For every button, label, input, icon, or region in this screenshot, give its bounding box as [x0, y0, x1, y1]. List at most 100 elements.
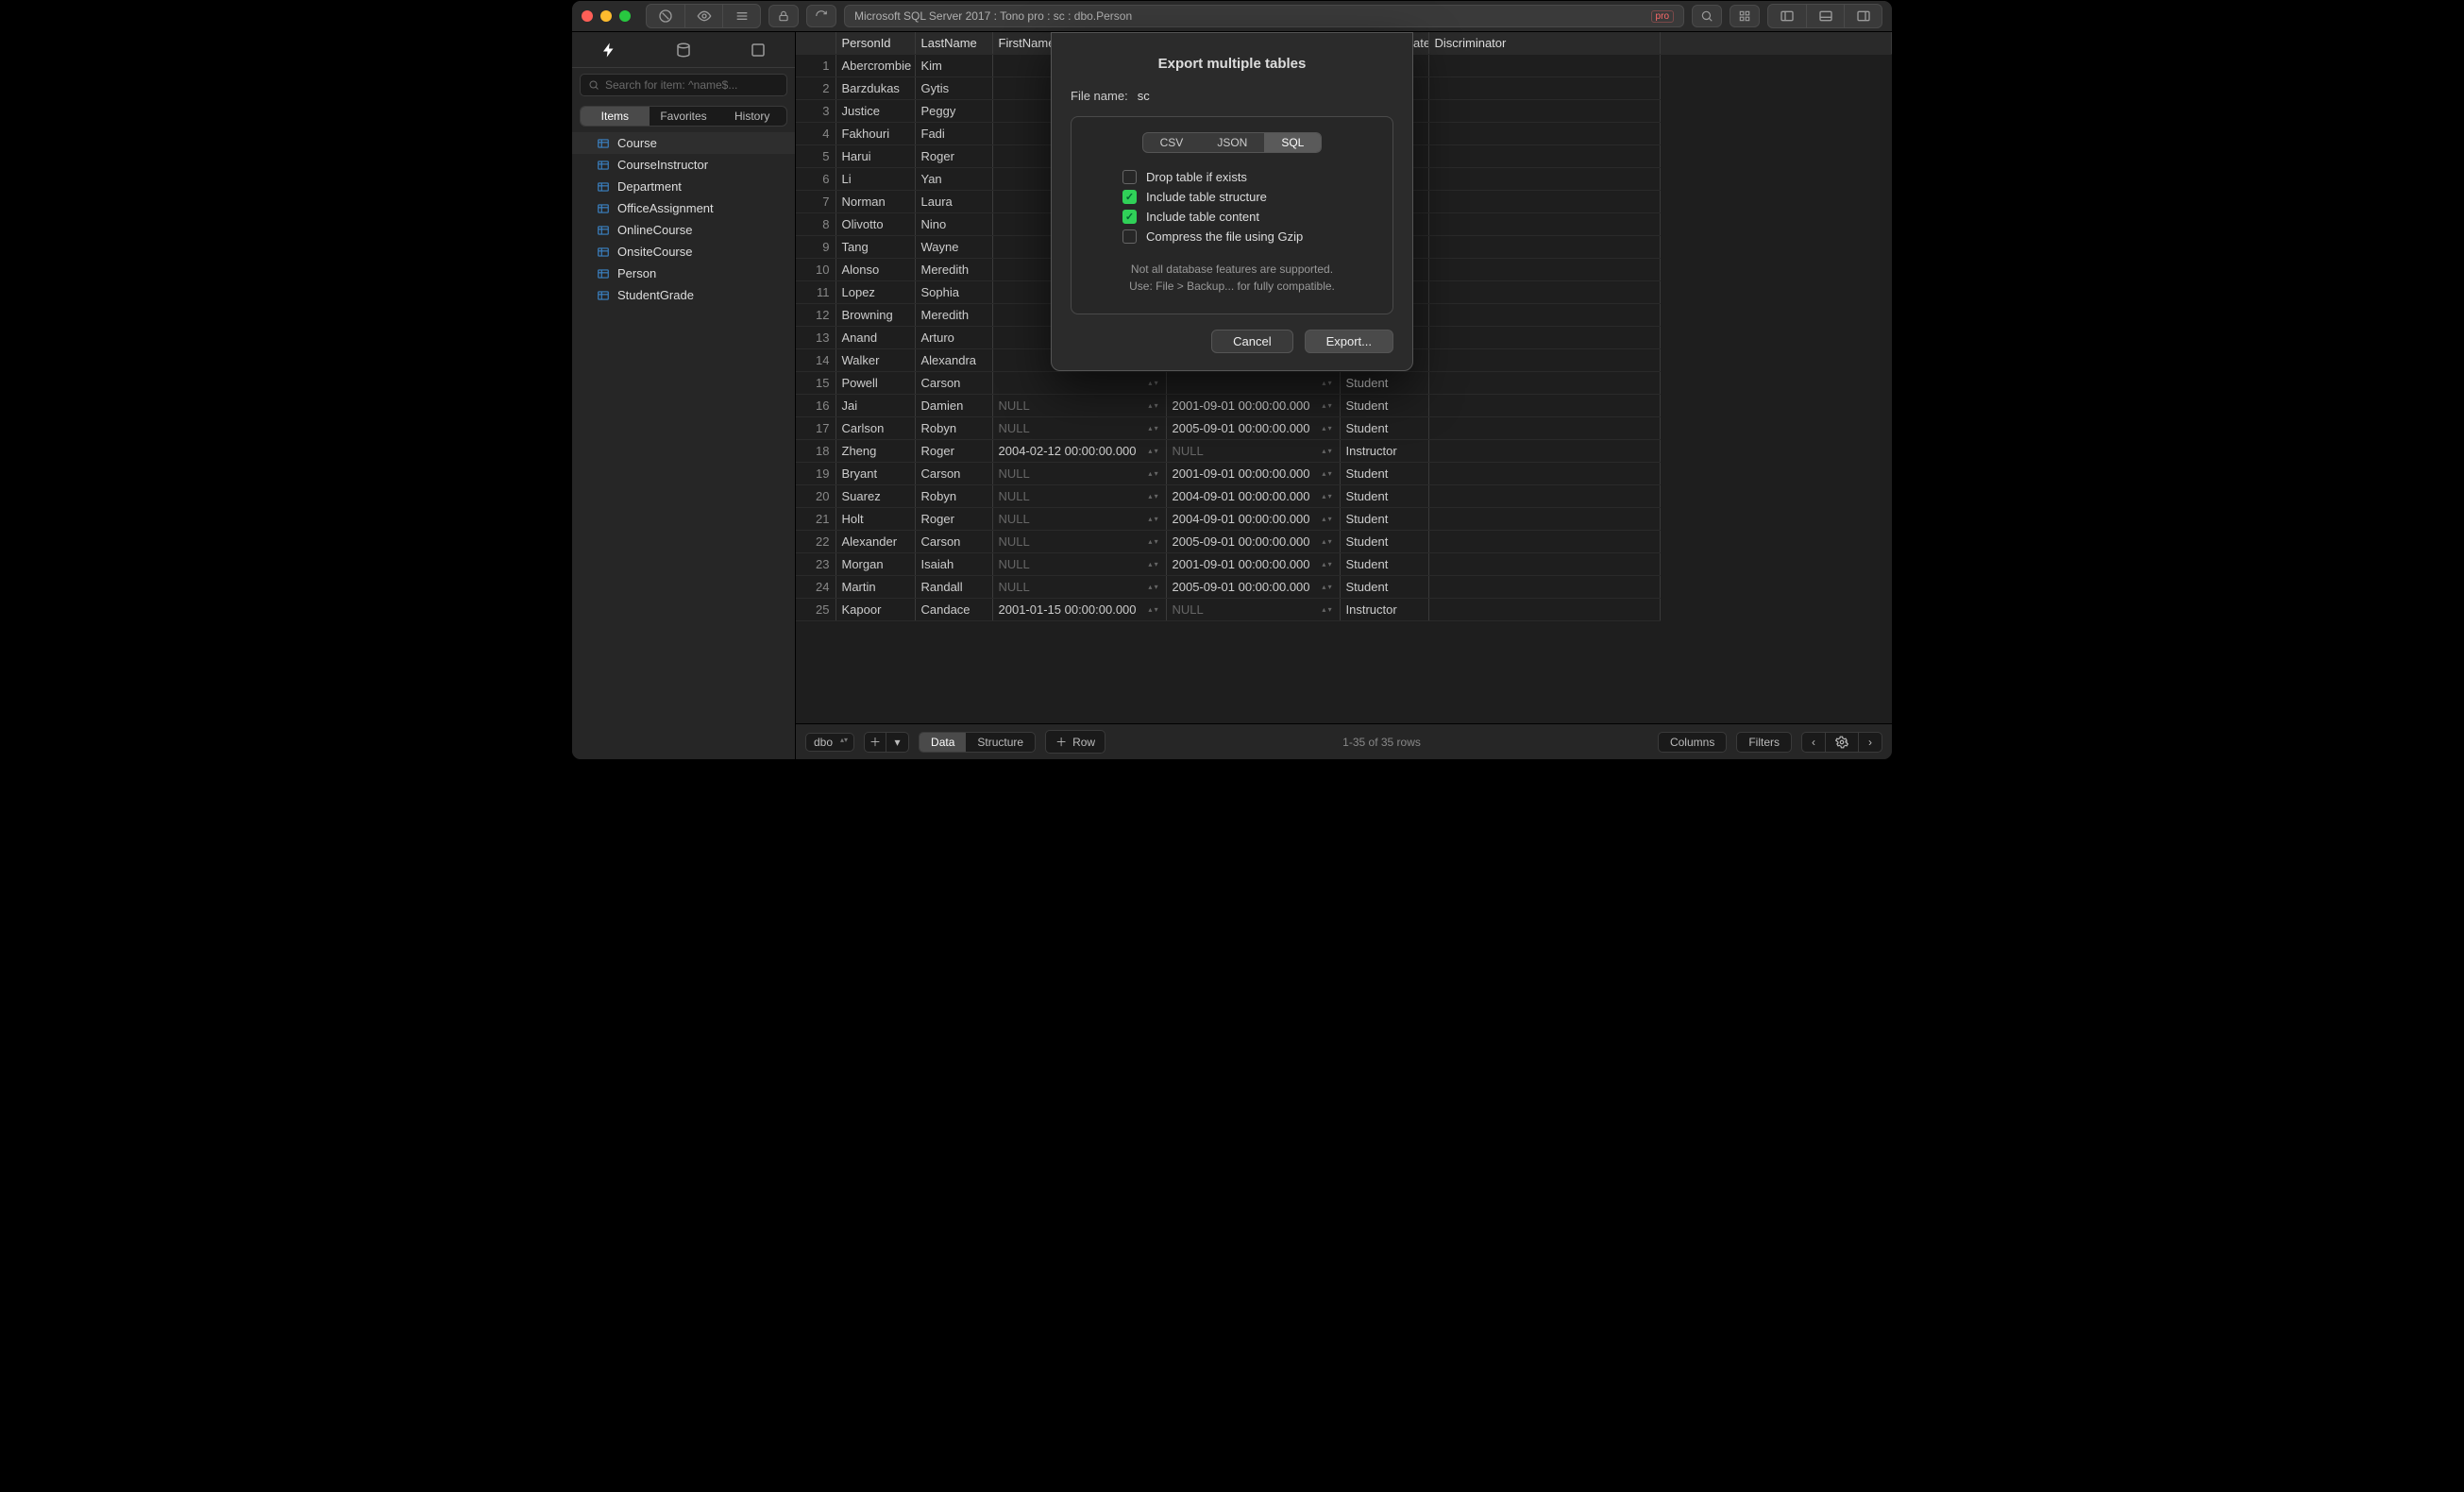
list-icon[interactable]: [722, 5, 760, 27]
stepper-icon[interactable]: ▴ ▾: [1147, 602, 1160, 617]
layout-right-icon[interactable]: [1844, 5, 1882, 27]
cell[interactable]: Li: [835, 168, 915, 191]
cell[interactable]: Randall: [915, 576, 992, 599]
row-index[interactable]: 20: [796, 485, 835, 508]
row-index[interactable]: 15: [796, 372, 835, 395]
cell[interactable]: Robyn: [915, 485, 992, 508]
cell[interactable]: Student: [1340, 463, 1428, 485]
row-index[interactable]: 5: [796, 145, 835, 168]
cell[interactable]: Powell: [835, 372, 915, 395]
table-row[interactable]: 19BryantCarsonNULL▴ ▾2001-09-01 00:00:00…: [796, 463, 1892, 485]
cell[interactable]: Abercrombie: [835, 55, 915, 77]
file-name-value[interactable]: sc: [1138, 89, 1393, 103]
cell[interactable]: 2001-01-15 00:00:00.000▴ ▾: [992, 599, 1166, 621]
cell[interactable]: NULL▴ ▾: [992, 395, 1166, 417]
table-row[interactable]: 24MartinRandallNULL▴ ▾2005-09-01 00:00:0…: [796, 576, 1892, 599]
stepper-icon[interactable]: ▴ ▾: [1147, 489, 1160, 503]
table-row[interactable]: 22AlexanderCarsonNULL▴ ▾2005-09-01 00:00…: [796, 531, 1892, 553]
cell[interactable]: 2001-09-01 00:00:00.000▴ ▾: [1166, 463, 1340, 485]
cell[interactable]: NULL▴ ▾: [992, 463, 1166, 485]
opt-drop-table[interactable]: Drop table if exists: [1087, 170, 1377, 184]
gear-icon[interactable]: [1825, 733, 1858, 752]
row-index[interactable]: 10: [796, 259, 835, 281]
next-page-icon[interactable]: ›: [1858, 733, 1882, 752]
cell[interactable]: Carson: [915, 531, 992, 553]
stepper-icon[interactable]: ▴ ▾: [1321, 580, 1334, 594]
row-index[interactable]: 22: [796, 531, 835, 553]
bolt-icon[interactable]: [594, 39, 624, 61]
stepper-icon[interactable]: ▴ ▾: [1321, 398, 1334, 413]
cell[interactable]: Laura: [915, 191, 992, 213]
cell[interactable]: Student: [1340, 417, 1428, 440]
cell[interactable]: Roger: [915, 145, 992, 168]
col-personid[interactable]: PersonId: [835, 32, 915, 55]
cell[interactable]: Candace: [915, 599, 992, 621]
cell[interactable]: Instructor: [1340, 440, 1428, 463]
row-index[interactable]: 9: [796, 236, 835, 259]
format-json[interactable]: JSON: [1200, 133, 1264, 152]
sidebar-item-courseinstructor[interactable]: CourseInstructor: [572, 154, 795, 176]
cell[interactable]: Walker: [835, 349, 915, 372]
table-row[interactable]: 25KapoorCandace2001-01-15 00:00:00.000▴ …: [796, 599, 1892, 621]
format-csv[interactable]: CSV: [1143, 133, 1201, 152]
cell[interactable]: Olivotto: [835, 213, 915, 236]
eye-icon[interactable]: [684, 5, 722, 27]
row-index[interactable]: 25: [796, 599, 835, 621]
opt-gzip[interactable]: Compress the file using Gzip: [1087, 229, 1377, 244]
stepper-icon[interactable]: ▴ ▾: [1147, 512, 1160, 526]
row-index[interactable]: 13: [796, 327, 835, 349]
cell[interactable]: Jai: [835, 395, 915, 417]
database-icon[interactable]: [668, 39, 699, 61]
stepper-icon[interactable]: ▴ ▾: [1321, 466, 1334, 481]
cell[interactable]: Alexander: [835, 531, 915, 553]
search-icon[interactable]: [1692, 5, 1722, 27]
tab-items[interactable]: Items: [581, 107, 650, 126]
cell[interactable]: Yan: [915, 168, 992, 191]
plus-icon[interactable]: ＋: [864, 732, 886, 753]
cell[interactable]: Student: [1340, 372, 1428, 395]
cell[interactable]: Bryant: [835, 463, 915, 485]
cell[interactable]: Alonso: [835, 259, 915, 281]
row-index[interactable]: 4: [796, 123, 835, 145]
sidebar-item-onsitecourse[interactable]: OnsiteCourse: [572, 241, 795, 263]
cell[interactable]: Martin: [835, 576, 915, 599]
cell[interactable]: Carlson: [835, 417, 915, 440]
row-index[interactable]: 18: [796, 440, 835, 463]
cell[interactable]: Gytis: [915, 77, 992, 100]
stepper-icon[interactable]: ▴ ▾: [1321, 512, 1334, 526]
row-index[interactable]: 16: [796, 395, 835, 417]
cell[interactable]: Lopez: [835, 281, 915, 304]
cell[interactable]: NULL▴ ▾: [1166, 599, 1340, 621]
cell[interactable]: 2004-02-12 00:00:00.000▴ ▾: [992, 440, 1166, 463]
cell[interactable]: Peggy: [915, 100, 992, 123]
cell[interactable]: Carson: [915, 372, 992, 395]
cell[interactable]: Arturo: [915, 327, 992, 349]
cell[interactable]: Damien: [915, 395, 992, 417]
cell[interactable]: Instructor: [1340, 599, 1428, 621]
table-row[interactable]: 16JaiDamienNULL▴ ▾2001-09-01 00:00:00.00…: [796, 395, 1892, 417]
sidebar-search[interactable]: Search for item: ^name$...: [580, 74, 787, 96]
cell[interactable]: Student: [1340, 485, 1428, 508]
cell[interactable]: Wayne: [915, 236, 992, 259]
cell[interactable]: NULL▴ ▾: [992, 576, 1166, 599]
cell[interactable]: Justice: [835, 100, 915, 123]
grid-icon[interactable]: [1730, 5, 1760, 27]
layout-bottom-icon[interactable]: [1806, 5, 1844, 27]
cell[interactable]: ▴ ▾: [992, 372, 1166, 395]
cell[interactable]: 2004-09-01 00:00:00.000▴ ▾: [1166, 508, 1340, 531]
tab-history[interactable]: History: [717, 107, 786, 126]
table-row[interactable]: 17CarlsonRobynNULL▴ ▾2005-09-01 00:00:00…: [796, 417, 1892, 440]
cell[interactable]: Zheng: [835, 440, 915, 463]
sidebar-item-person[interactable]: Person: [572, 263, 795, 284]
cell[interactable]: Morgan: [835, 553, 915, 576]
cell[interactable]: NULL▴ ▾: [992, 417, 1166, 440]
row-index[interactable]: 7: [796, 191, 835, 213]
sidebar-item-onlinecourse[interactable]: OnlineCourse: [572, 219, 795, 241]
opt-include-structure[interactable]: Include table structure: [1087, 190, 1377, 204]
cell[interactable]: Student: [1340, 531, 1428, 553]
cell[interactable]: Harui: [835, 145, 915, 168]
zoom-window-button[interactable]: [619, 10, 631, 22]
cell[interactable]: NULL▴ ▾: [992, 531, 1166, 553]
row-index[interactable]: 2: [796, 77, 835, 100]
cell[interactable]: Anand: [835, 327, 915, 349]
